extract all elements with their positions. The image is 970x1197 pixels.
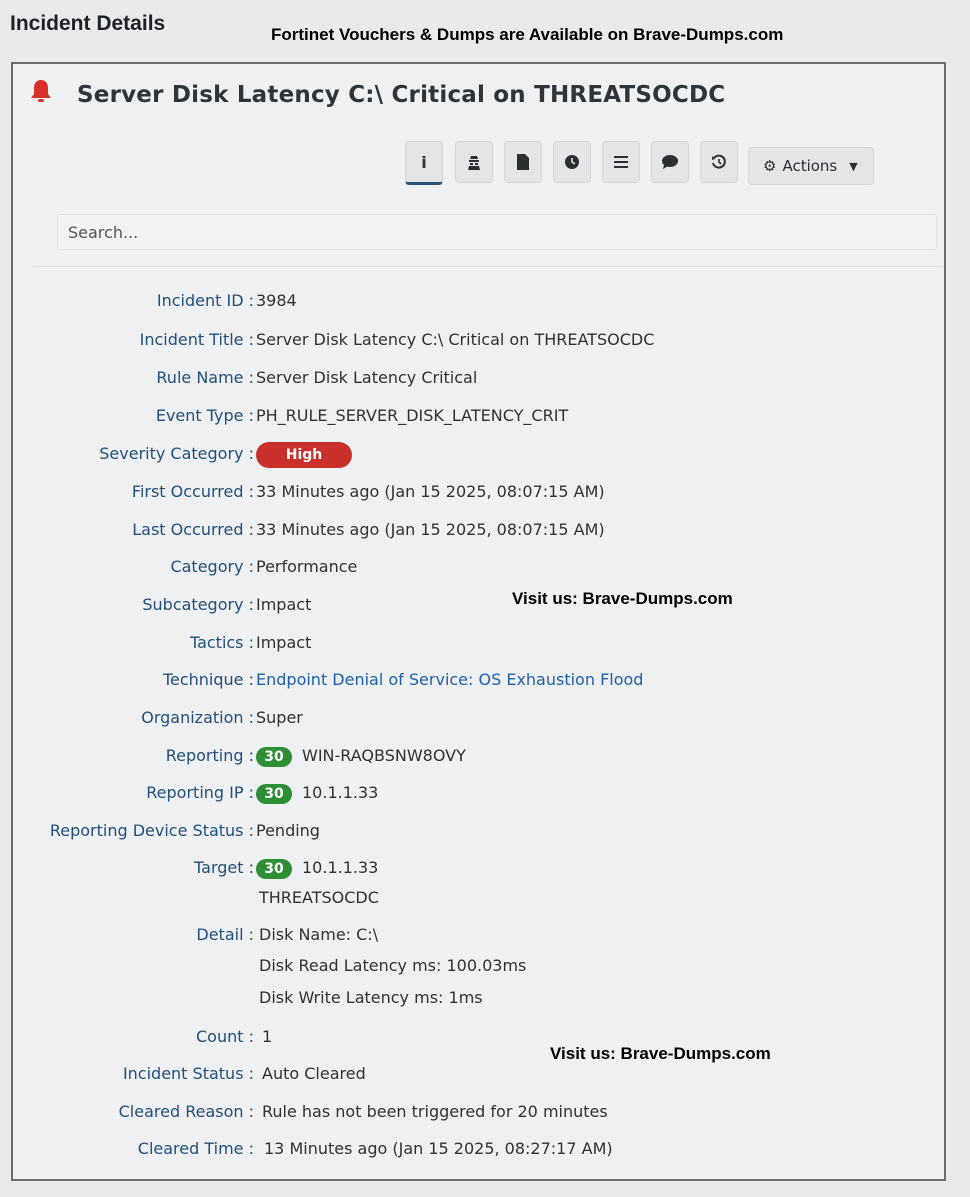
severity-value-wrap: High bbox=[256, 442, 352, 468]
technique-link[interactable]: Endpoint Denial of Service: OS Exhaustio… bbox=[256, 670, 643, 689]
incident-title-label: Incident Title : bbox=[139, 330, 254, 349]
reporting-ip-value-wrap: 30 10.1.1.33 bbox=[256, 783, 378, 804]
cleared-time-value: 13 Minutes ago (Jan 15 2025, 08:27:17 AM… bbox=[264, 1139, 613, 1158]
gear-icon: ⚙ bbox=[763, 157, 777, 175]
severity-label: Severity Category : bbox=[99, 444, 254, 463]
last-occurred-label: Last Occurred : bbox=[132, 520, 254, 539]
search-input[interactable] bbox=[57, 214, 937, 250]
banner-text: Fortinet Vouchers & Dumps are Available … bbox=[271, 25, 784, 44]
category-value: Performance bbox=[256, 557, 358, 576]
info-icon: i bbox=[421, 152, 427, 172]
reporting-device-status-value: Pending bbox=[256, 821, 320, 840]
detail-line-3: Disk Write Latency ms: 1ms bbox=[259, 988, 483, 1007]
clock-tab-button[interactable] bbox=[553, 141, 591, 183]
info-tab-button[interactable]: i bbox=[405, 141, 443, 185]
event-type-value: PH_RULE_SERVER_DISK_LATENCY_CRIT bbox=[256, 406, 569, 425]
bell-icon bbox=[31, 80, 51, 102]
detail-label: Detail : bbox=[196, 925, 254, 944]
target-label: Target : bbox=[194, 858, 254, 877]
target-value: 10.1.1.33 bbox=[302, 858, 379, 877]
rule-name-value: Server Disk Latency Critical bbox=[256, 368, 478, 387]
watermark-text-2: Visit us: Brave-Dumps.com bbox=[550, 1044, 771, 1063]
count-value: 1 bbox=[262, 1027, 273, 1046]
organization-value: Super bbox=[256, 708, 303, 727]
incident-id-value: 3984 bbox=[256, 291, 297, 310]
document-icon bbox=[517, 154, 529, 170]
severity-badge: High bbox=[256, 442, 352, 468]
document-tab-button[interactable] bbox=[504, 141, 542, 183]
reporting-ip-label: Reporting IP : bbox=[146, 783, 254, 802]
last-occurred-value: 33 Minutes ago (Jan 15 2025, 08:07:15 AM… bbox=[256, 520, 605, 539]
list-tab-button[interactable] bbox=[602, 141, 640, 183]
detail-line-1: Disk Name: C:\ bbox=[259, 925, 379, 944]
subcategory-label: Subcategory : bbox=[142, 595, 254, 614]
reporting-ip-value: 10.1.1.33 bbox=[302, 783, 379, 802]
incident-id-label: Incident ID : bbox=[156, 291, 254, 310]
actions-dropdown[interactable]: ⚙ Actions ▼ bbox=[748, 147, 874, 185]
count-label: Count : bbox=[196, 1027, 254, 1046]
subcategory-value: Impact bbox=[256, 595, 312, 614]
clock-icon bbox=[565, 155, 579, 169]
reporting-label: Reporting : bbox=[165, 746, 254, 765]
organization-label: Organization : bbox=[141, 708, 254, 727]
watermark-text-1: Visit us: Brave-Dumps.com bbox=[512, 589, 733, 608]
first-occurred-label: First Occurred : bbox=[131, 482, 254, 501]
incident-heading: Server Disk Latency C:\ Critical on THRE… bbox=[77, 82, 726, 108]
target-host-value: THREATSOCDC bbox=[259, 888, 379, 907]
comment-tab-button[interactable] bbox=[651, 141, 689, 183]
event-type-label: Event Type : bbox=[155, 406, 254, 425]
tactics-value: Impact bbox=[256, 633, 312, 652]
tactics-label: Tactics : bbox=[189, 633, 254, 652]
incident-status-value: Auto Cleared bbox=[262, 1064, 366, 1083]
list-icon bbox=[614, 156, 628, 168]
comment-icon bbox=[662, 155, 678, 169]
cleared-time-label: Cleared Time : bbox=[137, 1139, 254, 1158]
caret-down-icon: ▼ bbox=[849, 159, 858, 173]
reporting-count-badge[interactable]: 30 bbox=[256, 746, 292, 767]
category-label: Category : bbox=[170, 557, 254, 576]
actions-label: Actions bbox=[782, 157, 838, 175]
incident-title-value: Server Disk Latency C:\ Critical on THRE… bbox=[256, 330, 655, 349]
rule-name-label: Rule Name : bbox=[156, 368, 254, 387]
page-title: Incident Details bbox=[10, 12, 166, 35]
first-occurred-value: 33 Minutes ago (Jan 15 2025, 08:07:15 AM… bbox=[256, 482, 605, 501]
reporting-ip-count-badge[interactable]: 30 bbox=[256, 783, 292, 804]
history-tab-button[interactable] bbox=[700, 141, 738, 183]
user-secret-icon bbox=[468, 156, 480, 170]
divider bbox=[33, 266, 943, 267]
reporting-value-wrap: 30 WIN-RAQBSNW8OVY bbox=[256, 746, 466, 767]
user-secret-tab-button[interactable] bbox=[455, 141, 493, 183]
history-icon bbox=[712, 154, 726, 169]
cleared-reason-value: Rule has not been triggered for 20 minut… bbox=[262, 1102, 608, 1121]
incident-status-label: Incident Status : bbox=[122, 1064, 254, 1083]
target-count-badge[interactable]: 30 bbox=[256, 858, 292, 879]
cleared-reason-label: Cleared Reason : bbox=[118, 1102, 254, 1121]
detail-line-2: Disk Read Latency ms: 100.03ms bbox=[259, 956, 527, 975]
reporting-device-status-label: Reporting Device Status : bbox=[49, 821, 254, 840]
technique-label: Technique : bbox=[162, 670, 254, 689]
target-value-wrap: 30 10.1.1.33 bbox=[256, 858, 378, 879]
incident-panel: Server Disk Latency C:\ Critical on THRE… bbox=[11, 62, 946, 1181]
reporting-value: WIN-RAQBSNW8OVY bbox=[302, 746, 466, 765]
